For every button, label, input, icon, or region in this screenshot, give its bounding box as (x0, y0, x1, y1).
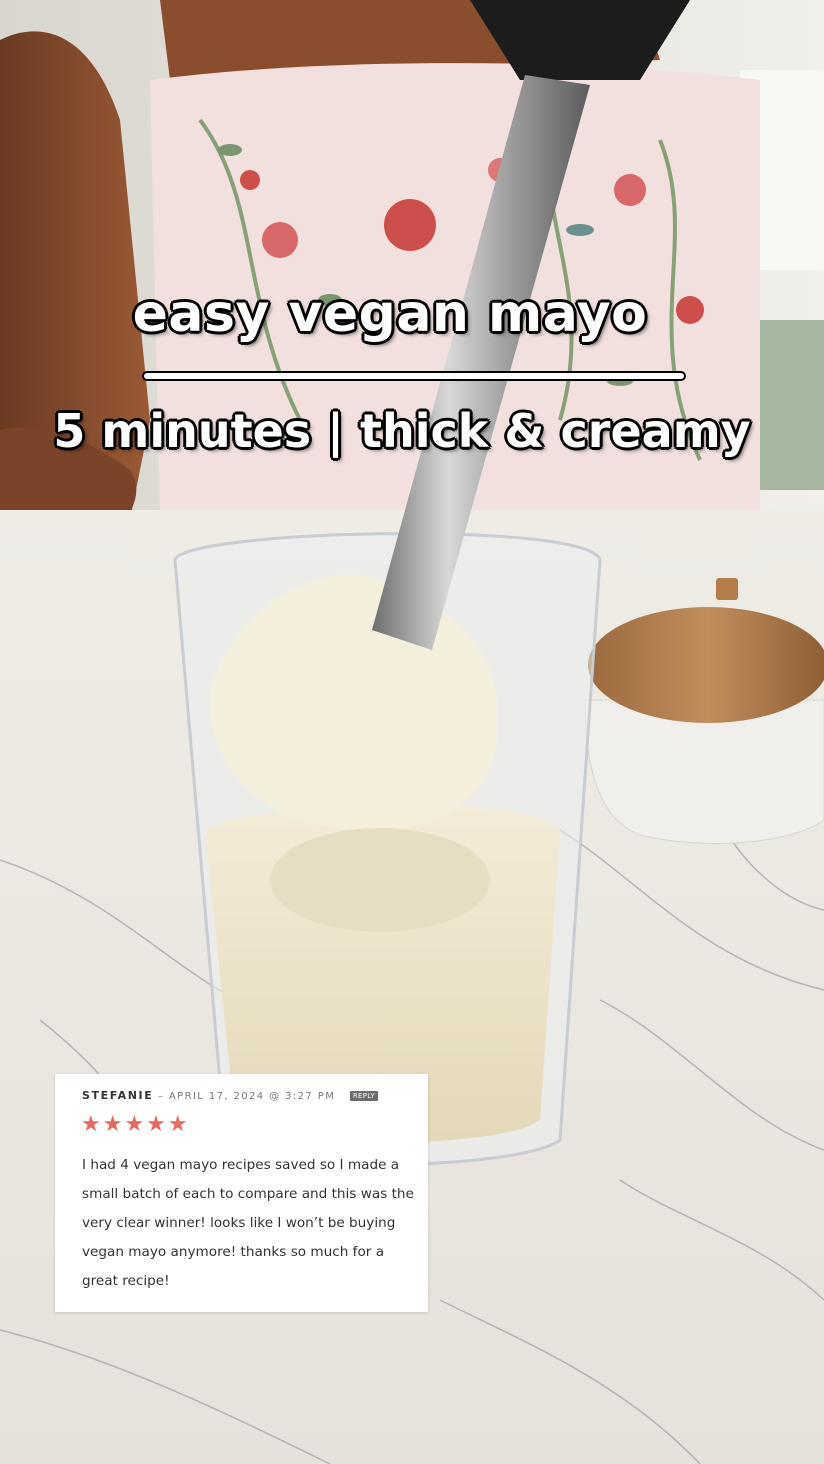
reply-button[interactable]: REPLY (349, 1091, 379, 1101)
review-card: STEFANIE – APRIL 17, 2024 @ 3:27 PM REPL… (55, 1074, 428, 1312)
wooden-lid (588, 607, 824, 723)
review-text: I had 4 vegan mayo recipes saved so I ma… (82, 1157, 414, 1289)
review-date: APRIL 17, 2024 @ 3:27 PM (168, 1091, 336, 1102)
lid-knob (716, 578, 738, 600)
star-rating: ★★★★★ (81, 1112, 190, 1137)
title-divider (144, 373, 684, 379)
review-separator: – (157, 1091, 165, 1102)
review-meta: STEFANIE – APRIL 17, 2024 @ 3:27 PM REPL… (82, 1089, 379, 1102)
video-title: easy vegan mayo (132, 284, 648, 344)
video-subtitle: 5 minutes | thick & creamy (53, 404, 751, 458)
review-author: STEFANIE (82, 1089, 154, 1102)
mayo-well (270, 828, 490, 932)
video-frame: easy vegan mayo 5 minutes | thick & crea… (0, 0, 824, 1464)
